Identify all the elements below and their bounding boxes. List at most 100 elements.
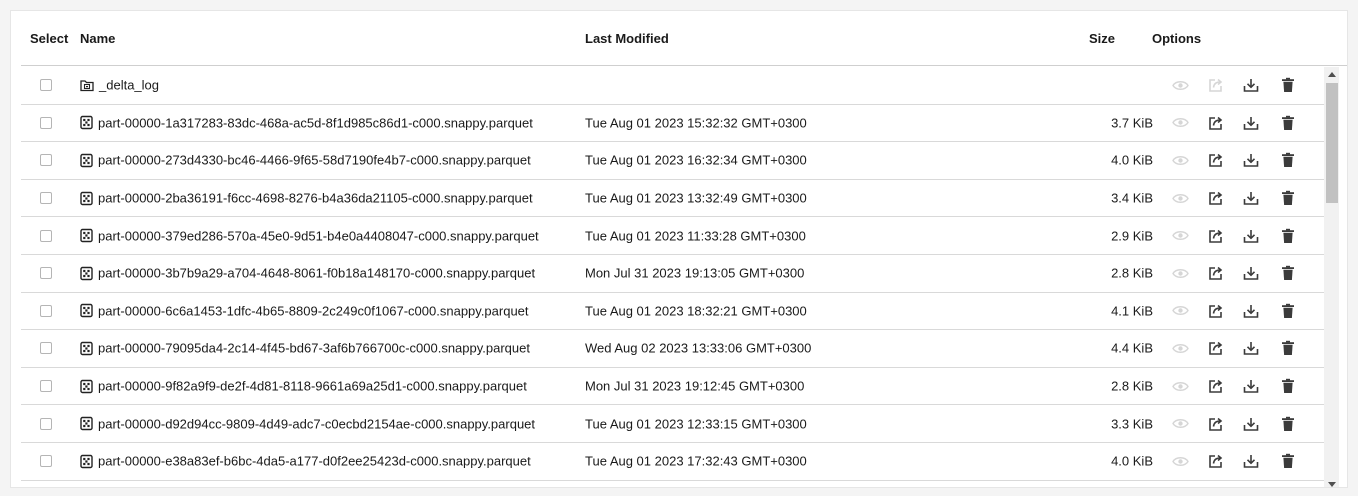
row-last-modified: Tue Aug 01 2023 17:32:43 GMT+0300 [585,453,807,469]
row-name[interactable]: part-00000-1a317283-83dc-468a-ac5d-8f1d9… [80,115,533,130]
share-icon[interactable] [1207,227,1225,245]
share-icon[interactable] [1207,189,1225,207]
row-size: 3.3 KiB [1111,416,1153,432]
row-select-checkbox[interactable] [40,304,52,317]
share-icon[interactable] [1207,151,1225,169]
row-name-label[interactable]: part-00000-2ba36191-f6cc-4698-8276-b4a36… [98,191,533,206]
row-select-checkbox[interactable] [40,229,52,242]
row-name-label[interactable]: part-00000-9f82a9f9-de2f-4d81-8118-9661a… [98,379,527,394]
eye-icon [1171,377,1189,395]
scroll-down-arrow-icon[interactable] [1324,477,1339,487]
row-select-checkbox[interactable] [40,79,52,92]
row-name[interactable]: part-00000-6c6a1453-1dfc-4b65-8809-2c249… [80,303,529,318]
row-select-checkbox[interactable] [40,342,52,355]
trash-icon[interactable] [1279,76,1297,94]
trash-icon[interactable] [1279,377,1297,395]
table-row[interactable]: part-00000-2ba36191-f6cc-4698-8276-b4a36… [21,180,1324,218]
header-select[interactable]: Select [30,31,68,46]
eye-icon [1171,151,1189,169]
trash-icon[interactable] [1279,264,1297,282]
row-name[interactable]: _delta_log [80,78,159,93]
row-name[interactable]: part-00000-379ed286-570a-45e0-9d51-b4e0a… [80,228,539,243]
row-size: 3.4 KiB [1111,190,1153,206]
trash-icon[interactable] [1279,339,1297,357]
scrollbar-thumb[interactable] [1326,83,1338,203]
download-icon[interactable] [1242,189,1260,207]
vertical-scrollbar[interactable] [1324,67,1339,487]
row-name[interactable]: part-00000-273d4330-bc46-4466-9f65-58d71… [80,153,531,168]
table-row[interactable]: part-00000-d92d94cc-9809-4d49-adc7-c0ecb… [21,405,1324,443]
scroll-up-arrow-icon[interactable] [1324,67,1339,81]
row-name-label[interactable]: part-00000-273d4330-bc46-4466-9f65-58d71… [98,153,531,168]
row-name[interactable]: part-00000-d92d94cc-9809-4d49-adc7-c0ecb… [80,416,535,431]
row-name[interactable]: part-00000-e38a83ef-b6bc-4da5-a177-d0f2e… [80,454,531,469]
row-select-checkbox[interactable] [40,154,52,167]
header-size[interactable]: Size [1089,31,1115,46]
row-name[interactable]: part-00000-79095da4-2c14-4f45-bd67-3af6b… [80,341,530,356]
folder-row[interactable]: _delta_log [21,67,1324,105]
row-name[interactable]: part-00000-9f82a9f9-de2f-4d81-8118-9661a… [80,379,527,394]
row-name-label[interactable]: _delta_log [99,78,159,93]
row-name-label[interactable]: part-00000-d92d94cc-9809-4d49-adc7-c0ecb… [98,416,535,431]
file-icon [80,153,98,168]
row-select-checkbox[interactable] [40,417,52,430]
table-row[interactable]: part-00000-6c6a1453-1dfc-4b65-8809-2c249… [21,293,1324,331]
trash-icon[interactable] [1279,415,1297,433]
table-row[interactable]: part-00000-273d4330-bc46-4466-9f65-58d71… [21,142,1324,180]
trash-icon[interactable] [1279,302,1297,320]
share-icon[interactable] [1207,302,1225,320]
share-icon[interactable] [1207,114,1225,132]
share-icon[interactable] [1207,452,1225,470]
row-size: 2.8 KiB [1111,265,1153,281]
row-select-checkbox[interactable] [40,455,52,468]
eye-icon [1171,76,1189,94]
row-name[interactable]: part-00000-3b7b9a29-a704-4648-8061-f0b18… [80,266,535,281]
row-name-label[interactable]: part-00000-79095da4-2c14-4f45-bd67-3af6b… [98,341,530,356]
row-name-label[interactable]: part-00000-6c6a1453-1dfc-4b65-8809-2c249… [98,303,529,318]
trash-icon[interactable] [1279,114,1297,132]
share-icon[interactable] [1207,415,1225,433]
table-row[interactable]: part-00000-379ed286-570a-45e0-9d51-b4e0a… [21,217,1324,255]
row-select-checkbox[interactable] [40,267,52,280]
download-icon[interactable] [1242,114,1260,132]
table-row[interactable]: part-00000-1a317283-83dc-468a-ac5d-8f1d9… [21,105,1324,143]
row-select-checkbox[interactable] [40,192,52,205]
table-row[interactable]: part-00000-e38a83ef-b6bc-4da5-a177-d0f2e… [21,443,1324,481]
download-icon[interactable] [1242,452,1260,470]
download-icon[interactable] [1242,415,1260,433]
share-icon[interactable] [1207,377,1225,395]
download-icon[interactable] [1242,339,1260,357]
download-icon[interactable] [1242,264,1260,282]
row-select-checkbox[interactable] [40,116,52,129]
trash-icon[interactable] [1279,189,1297,207]
row-size: 4.1 KiB [1111,303,1153,319]
table-row[interactable]: part-00000-9f82a9f9-de2f-4d81-8118-9661a… [21,368,1324,406]
row-last-modified: Mon Jul 31 2023 19:13:05 GMT+0300 [585,265,805,281]
share-icon[interactable] [1207,339,1225,357]
header-last-modified[interactable]: Last Modified [585,31,669,46]
share-icon[interactable] [1207,264,1225,282]
row-name-label[interactable]: part-00000-379ed286-570a-45e0-9d51-b4e0a… [98,228,539,243]
row-name-label[interactable]: part-00000-3b7b9a29-a704-4648-8061-f0b18… [98,266,535,281]
row-last-modified: Tue Aug 01 2023 13:32:49 GMT+0300 [585,190,807,206]
row-last-modified: Tue Aug 01 2023 16:32:34 GMT+0300 [585,152,807,168]
trash-icon[interactable] [1279,151,1297,169]
trash-icon[interactable] [1279,227,1297,245]
download-icon[interactable] [1242,302,1260,320]
eye-icon [1171,114,1189,132]
row-name[interactable]: part-00000-2ba36191-f6cc-4698-8276-b4a36… [80,191,533,206]
row-select-checkbox[interactable] [40,380,52,393]
row-name-label[interactable]: part-00000-e38a83ef-b6bc-4da5-a177-d0f2e… [98,454,531,469]
download-icon[interactable] [1242,377,1260,395]
download-icon[interactable] [1242,76,1260,94]
eye-icon [1171,452,1189,470]
row-last-modified: Tue Aug 01 2023 15:32:32 GMT+0300 [585,115,807,131]
table-row[interactable]: part-00000-3b7b9a29-a704-4648-8061-f0b18… [21,255,1324,293]
download-icon[interactable] [1242,227,1260,245]
trash-icon[interactable] [1279,452,1297,470]
row-last-modified: Wed Aug 02 2023 13:33:06 GMT+0300 [585,340,812,356]
header-name[interactable]: Name [80,31,115,46]
download-icon[interactable] [1242,151,1260,169]
row-name-label[interactable]: part-00000-1a317283-83dc-468a-ac5d-8f1d9… [98,115,533,130]
table-row[interactable]: part-00000-79095da4-2c14-4f45-bd67-3af6b… [21,330,1324,368]
